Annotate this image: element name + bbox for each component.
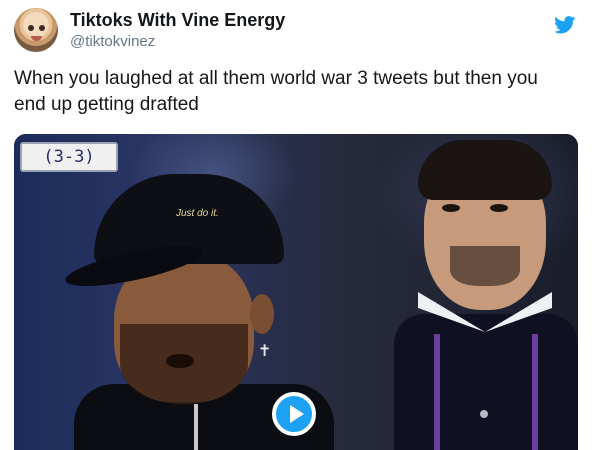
cap-logo: Just do it. [176,208,219,219]
avatar[interactable] [14,8,58,52]
score-overlay: (3-3) [20,142,118,172]
author-name[interactable]: Tiktoks With Vine Energy [70,10,285,31]
tweet-header: Tiktoks With Vine Energy @tiktokvinez [14,8,586,52]
tweet-text: When you laughed at all them world war 3… [14,68,538,115]
twitter-bird-icon [554,16,576,34]
man-in-suit [394,134,578,450]
play-icon[interactable] [272,392,316,436]
cross-earring-icon: ✝ [258,343,272,360]
tweet-video[interactable]: ✝ Just do it. (3-3) [14,134,578,450]
tweet-card: Tiktoks With Vine Energy @tiktokvinez Wh… [0,0,600,450]
author-handle[interactable]: @tiktokvinez [70,33,155,50]
